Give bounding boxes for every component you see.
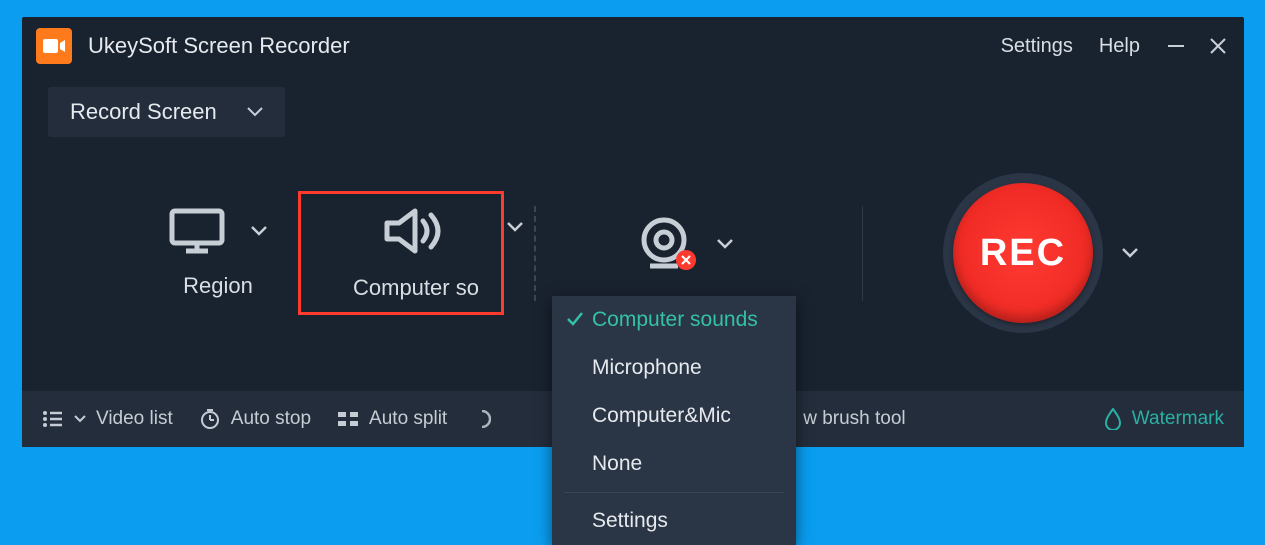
list-icon [42, 410, 64, 428]
dropdown-label: Settings [592, 509, 668, 532]
circle-icon [473, 410, 491, 428]
chevron-down-icon[interactable] [716, 238, 734, 250]
record-button[interactable]: REC [943, 173, 1103, 333]
minimize-button[interactable] [1166, 36, 1186, 56]
dropdown-item-computer-sounds[interactable]: Computer sounds [552, 296, 796, 344]
monitor-icon [168, 207, 226, 255]
close-button[interactable] [1208, 36, 1228, 56]
dropdown-divider [564, 492, 784, 493]
dropdown-label: Microphone [592, 356, 702, 379]
mode-label: Record Screen [70, 99, 217, 125]
dropdown-item-microphone[interactable]: Microphone [552, 344, 796, 392]
chevron-down-icon [247, 107, 263, 117]
vertical-separator [862, 206, 863, 301]
auto-split-button[interactable]: Auto split [337, 408, 447, 430]
dropdown-label: Computer sounds [592, 308, 758, 331]
dropdown-item-settings[interactable]: Settings [552, 497, 796, 545]
chevron-down-icon [74, 415, 86, 423]
auto-stop-button[interactable]: Auto stop [199, 408, 311, 430]
help-link[interactable]: Help [1099, 35, 1140, 58]
check-icon [566, 310, 584, 328]
dropdown-label: Computer&Mic [592, 404, 731, 427]
watermark-button[interactable]: Watermark [1104, 408, 1224, 430]
split-icon [337, 410, 359, 428]
chevron-down-icon[interactable] [250, 225, 268, 237]
webcam-icon [636, 216, 692, 272]
auto-split-label: Auto split [369, 408, 447, 430]
chevron-down-icon[interactable] [506, 221, 524, 233]
dropdown-item-computer-mic[interactable]: Computer&Mic [552, 392, 796, 440]
auto-stop-label: Auto stop [231, 408, 311, 430]
settings-link[interactable]: Settings [1001, 35, 1073, 58]
audio-label: Computer so [353, 275, 479, 301]
brush-tool-button[interactable]: w brush tool [803, 408, 905, 430]
partial-button[interactable] [473, 410, 491, 428]
app-title: UkeySoft Screen Recorder [88, 33, 1001, 59]
watermark-label: Watermark [1132, 408, 1224, 430]
clock-icon [199, 408, 221, 430]
chevron-down-icon[interactable] [1121, 247, 1139, 259]
video-list-button[interactable]: Video list [42, 408, 173, 430]
region-label: Region [183, 273, 253, 299]
audio-panel[interactable]: Computer so [298, 191, 504, 315]
record-label: REC [980, 232, 1066, 275]
speaker-icon [381, 205, 451, 257]
drop-icon [1104, 408, 1122, 430]
audio-dropdown: Computer sounds Microphone Computer&Mic … [552, 296, 796, 545]
dropdown-item-none[interactable]: None [552, 440, 796, 488]
titlebar: UkeySoft Screen Recorder Settings Help [22, 17, 1244, 75]
region-panel[interactable]: Region [48, 191, 298, 315]
mode-select[interactable]: Record Screen [48, 87, 285, 137]
app-logo-icon [36, 28, 72, 64]
video-list-label: Video list [96, 408, 173, 430]
dropdown-label: None [592, 452, 642, 475]
disabled-badge-icon [676, 250, 696, 270]
brush-tool-label: w brush tool [803, 408, 905, 430]
